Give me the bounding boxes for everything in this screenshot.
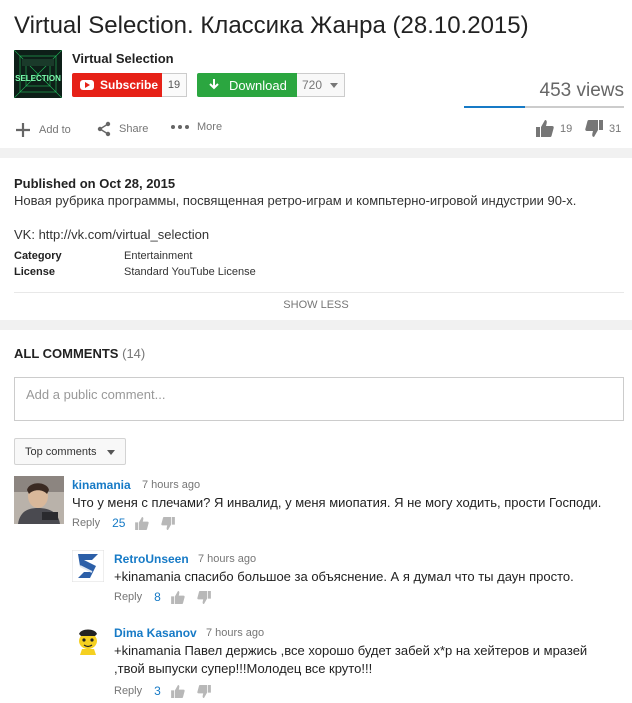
download-arrow-icon (209, 79, 219, 90)
description-panel: Published on Oct 28, 2015 Новая рубрика … (0, 158, 632, 320)
avatar[interactable] (72, 624, 104, 656)
comment-author[interactable]: Dima Kasanov (114, 626, 197, 640)
subscribe-button[interactable]: Subscribe (72, 73, 162, 97)
share-icon (97, 121, 111, 137)
comment-actions: Reply 3 (114, 684, 223, 698)
subscribe-label: Subscribe (100, 78, 159, 92)
comment-actions: Reply 25 (72, 516, 187, 530)
chevron-down-icon (107, 450, 115, 455)
comments-heading-label: ALL COMMENTS (14, 346, 119, 361)
sort-label: Top comments (25, 445, 97, 458)
channel-name[interactable]: Virtual Selection (72, 51, 174, 66)
avatar[interactable] (72, 550, 104, 582)
description-vk-link[interactable]: VK: http://vk.com/virtual_selection (14, 227, 209, 242)
divider (14, 292, 624, 293)
sort-comments-dropdown[interactable]: Top comments (14, 438, 126, 465)
thumbs-up-icon[interactable] (170, 590, 185, 604)
reply-button[interactable]: Reply (114, 591, 142, 603)
comment-like-count: 8 (154, 590, 161, 604)
more-button[interactable]: More (170, 121, 222, 133)
dislike-count: 31 (609, 122, 622, 135)
channel-logo-text: SELECTION (15, 74, 61, 83)
thumbs-down-icon (585, 120, 603, 137)
thumbs-down-icon[interactable] (197, 590, 211, 604)
thumbs-up-icon[interactable] (135, 516, 150, 530)
license-label: License (14, 266, 55, 278)
sentiment-bar-fill (464, 106, 525, 108)
share-button[interactable]: Share (96, 121, 148, 137)
comment-time[interactable]: 7 hours ago (206, 627, 264, 639)
comment-text: Что у меня с плечами? Я инвалид, у меня … (72, 495, 602, 510)
download-label: Download (229, 77, 287, 93)
comments-heading: ALL COMMENTS (14) (14, 346, 145, 361)
comment-author[interactable]: kinamania (72, 478, 131, 492)
comment-reply-item: Dima Kasanov 7 hours ago +kinamania Паве… (72, 624, 624, 700)
comment-text: +kinamania спасибо большое за объяснение… (114, 569, 574, 584)
download-count: 720 (302, 78, 323, 92)
avatar[interactable] (14, 476, 64, 524)
thumbs-up-icon (536, 120, 554, 137)
license-value: Standard YouTube License (124, 266, 256, 278)
comment-reply-item: RetroUnseen 7 hours ago +kinamania спаси… (72, 550, 624, 610)
comments-section: ALL COMMENTS (14) Add a public comment..… (0, 330, 632, 703)
download-button[interactable]: Download (197, 73, 297, 97)
add-to-label: Add to (39, 124, 71, 136)
comment-text: +kinamania Павел держись ,все хорошо буд… (114, 643, 588, 676)
more-label: More (197, 121, 223, 133)
video-title: Virtual Selection. Классика Жанра (28.10… (14, 12, 529, 39)
like-count: 19 (560, 122, 573, 135)
view-count: 453 views (539, 80, 625, 101)
comment-item: kinamania 7 hours ago Что у меня с плеча… (14, 476, 624, 536)
comment-actions: Reply 8 (114, 590, 223, 604)
thumbs-up-icon[interactable] (170, 684, 185, 698)
more-dots-icon (171, 125, 189, 129)
comment-like-count: 3 (154, 684, 161, 698)
reply-button[interactable]: Reply (114, 685, 142, 697)
download-count-dropdown[interactable]: 720 (297, 73, 345, 97)
channel-avatar[interactable]: SELECTION (14, 50, 62, 98)
subscriber-count: 19 (162, 73, 187, 97)
comment-input[interactable]: Add a public comment... (14, 377, 624, 421)
comment-author[interactable]: RetroUnseen (114, 552, 189, 566)
comment-like-count: 25 (112, 516, 126, 530)
video-header: Virtual Selection. Классика Жанра (28.10… (0, 0, 632, 148)
thumbs-down-icon[interactable] (161, 516, 176, 530)
add-to-button[interactable]: Add to (14, 121, 71, 139)
category-value[interactable]: Entertainment (124, 250, 192, 262)
like-button[interactable]: 19 (536, 120, 572, 137)
description-text: Новая рубрика программы, посвященная рет… (14, 193, 577, 208)
show-less-button[interactable]: SHOW LESS (0, 299, 632, 311)
published-date: Published on Oct 28, 2015 (14, 176, 176, 191)
thumbs-down-icon[interactable] (197, 684, 211, 698)
comment-time[interactable]: 7 hours ago (142, 479, 200, 491)
chevron-down-icon (330, 83, 338, 88)
youtube-play-icon (80, 80, 94, 90)
comments-count: (14) (122, 346, 146, 361)
plus-icon (16, 123, 30, 137)
sentiment-bar (464, 106, 624, 108)
share-label: Share (119, 123, 149, 135)
reply-button[interactable]: Reply (72, 517, 100, 529)
category-label: Category (14, 250, 62, 262)
comment-time[interactable]: 7 hours ago (198, 553, 256, 565)
dislike-button[interactable]: 31 (585, 120, 621, 137)
